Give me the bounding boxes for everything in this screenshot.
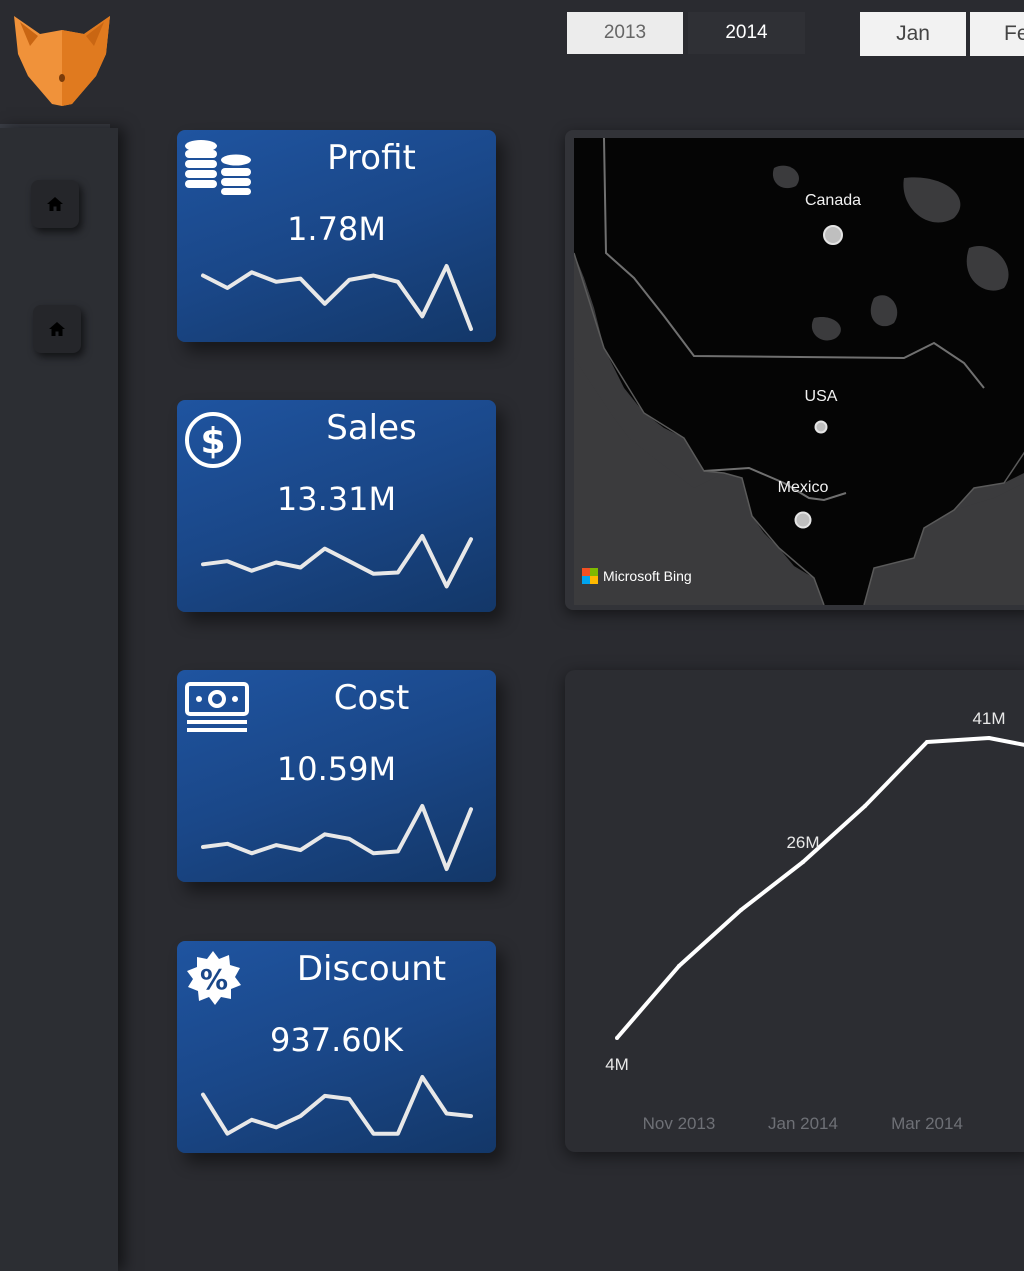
kpi-sparkline: [201, 534, 473, 589]
percent-badge-icon: %: [187, 951, 241, 1005]
data-point[interactable]: [987, 736, 991, 740]
line-chart: 4M26M41MNov 2013Jan 2014Mar 2014M: [605, 709, 1024, 1133]
cash-bill-icon: [185, 682, 249, 732]
bing-attribution-text: Microsoft Bing: [603, 568, 692, 584]
data-label: 41M: [972, 709, 1005, 728]
home-icon: [47, 197, 63, 211]
year-option-2013[interactable]: 2013: [567, 12, 683, 54]
map-label-usa: USA: [804, 388, 838, 405]
x-tick-label: Nov 2013: [643, 1114, 716, 1133]
data-point[interactable]: [801, 860, 805, 864]
map-label-mexico: Mexico: [777, 479, 829, 496]
kpi-sparkline: [201, 804, 473, 871]
microsoft-logo-icon: [582, 568, 598, 584]
kpi-card-discount[interactable]: % Discount 937.60K: [177, 941, 496, 1153]
kpi-value: 937.60K: [270, 1021, 403, 1059]
kpi-card-profit[interactable]: Profit 1.78M: [177, 130, 496, 342]
kpi-value: 13.31M: [276, 480, 397, 518]
map-bubble-mexico[interactable]: [794, 511, 812, 529]
fox-logo-icon: [14, 16, 110, 106]
sidebar: [0, 128, 118, 1271]
coins-stack-icon: [185, 140, 251, 195]
kpi-sparkline: [201, 1075, 473, 1136]
series-line: [615, 736, 1024, 1040]
kpi-value: 10.59M: [276, 750, 397, 788]
kpi-value: 1.78M: [287, 210, 386, 248]
map-bubble-canada[interactable]: [823, 225, 843, 245]
kpi-title: Cost: [333, 678, 410, 718]
map-visual[interactable]: Canada USA Mexico: [574, 138, 1024, 605]
year-option-2014[interactable]: 2014: [688, 12, 805, 54]
kpi-title: Profit: [327, 138, 416, 178]
data-label: 4M: [605, 1055, 629, 1074]
data-point[interactable]: [863, 804, 867, 808]
kpi-card-cost[interactable]: Cost 10.59M: [177, 670, 496, 882]
month-option-jan[interactable]: Jan: [860, 12, 966, 56]
north-america-map: [574, 138, 1024, 605]
data-point[interactable]: [677, 964, 681, 968]
kpi-title: Discount: [296, 949, 447, 989]
svg-text:$: $: [200, 421, 225, 462]
x-tick-label: Jan 2014: [768, 1114, 838, 1133]
home-icon: [49, 322, 65, 336]
line-chart-panel[interactable]: 4M26M41MNov 2013Jan 2014Mar 2014M: [565, 670, 1024, 1152]
data-point[interactable]: [925, 740, 929, 744]
data-label: 26M: [786, 833, 819, 852]
data-point[interactable]: [615, 1036, 619, 1040]
map-attribution: Microsoft Bing: [582, 568, 692, 584]
home-nav-button[interactable]: [31, 180, 79, 228]
map-label-canada: Canada: [804, 192, 862, 209]
svg-text:%: %: [200, 963, 228, 996]
month-option-feb[interactable]: Fe: [970, 12, 1024, 56]
dollar-circle-icon: $: [185, 412, 241, 468]
map-bubble-usa[interactable]: [814, 420, 828, 434]
kpi-sparkline: [201, 264, 473, 331]
home-nav-button-2[interactable]: [33, 305, 81, 353]
x-tick-label: Mar 2014: [891, 1114, 963, 1133]
kpi-title: Sales: [326, 408, 417, 448]
kpi-card-sales[interactable]: $ Sales 13.31M: [177, 400, 496, 612]
data-point[interactable]: [739, 908, 743, 912]
